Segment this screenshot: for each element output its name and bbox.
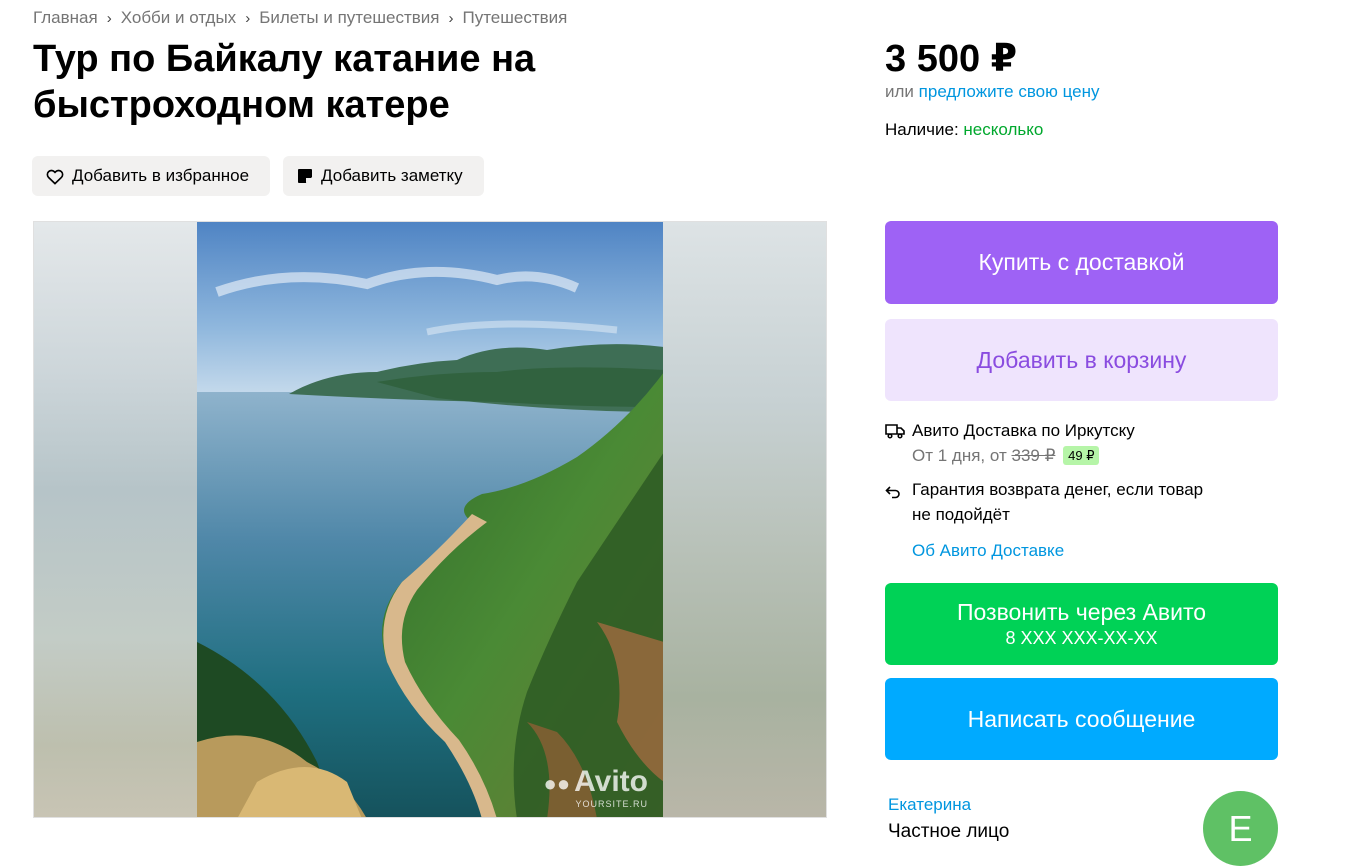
- gallery-blur-left: [34, 222, 197, 817]
- add-to-favorites-label: Добавить в избранное: [72, 166, 250, 185]
- availability-value: несколько: [963, 120, 1044, 139]
- offer-price-line: или предложите свою цену: [885, 82, 1100, 102]
- offer-price-link[interactable]: предложите свою цену: [919, 82, 1100, 101]
- add-to-favorites-button[interactable]: Добавить в избранное: [32, 156, 271, 196]
- return-arrow-icon: [885, 477, 912, 527]
- buy-with-delivery-button[interactable]: Купить с доставкой: [885, 221, 1278, 304]
- watermark-subtext: YOURSITE.RU: [575, 799, 648, 809]
- page-title: Тур по Байкалу катание на быстроходном к…: [33, 38, 536, 126]
- delivery-old-price: 339 ₽: [1011, 446, 1056, 465]
- note-icon: [298, 169, 313, 183]
- photo-gallery[interactable]: ●● Avito YOURSITE.RU: [33, 221, 827, 818]
- add-note-button[interactable]: Добавить заметку: [283, 156, 484, 196]
- seller-type: Частное лицо: [888, 821, 1010, 842]
- delivery-terms: От 1 дня, от 339 ₽ 49 ₽: [912, 443, 1135, 468]
- delivery-info: Авито Доставка по Иркутску От 1 дня, от …: [885, 418, 1135, 468]
- chevron-right-icon: ›: [106, 9, 112, 27]
- write-message-button[interactable]: Написать сообщение: [885, 678, 1278, 760]
- chevron-right-icon: ›: [448, 9, 454, 27]
- price: 3 500 ₽: [885, 38, 1018, 80]
- heart-icon: [46, 169, 64, 185]
- breadcrumb: Главная › Хобби и отдых › Билеты и путеш…: [33, 8, 567, 28]
- phone-number: 8 XXX XXX-XX-XX: [1005, 628, 1158, 648]
- money-back-guarantee: Гарантия возврата денег, если товар не п…: [885, 477, 1222, 527]
- buy-with-delivery-label: Купить с доставкой: [978, 249, 1185, 275]
- guarantee-text: Гарантия возврата денег, если товар не п…: [912, 480, 1204, 524]
- listing-actions: Добавить в избранное Добавить заметку: [32, 156, 484, 196]
- chevron-right-icon: ›: [245, 9, 251, 27]
- listing-photo[interactable]: ●● Avito YOURSITE.RU: [197, 222, 664, 817]
- add-note-label: Добавить заметку: [321, 166, 463, 185]
- gallery-blur-right: [663, 222, 826, 817]
- avito-watermark: ●● Avito YOURSITE.RU: [543, 765, 648, 810]
- availability-label: Наличие:: [885, 120, 959, 139]
- avatar[interactable]: Е: [1203, 791, 1278, 866]
- delivery-days: От 1 дня, от: [912, 446, 1007, 465]
- breadcrumb-link-home[interactable]: Главная: [33, 8, 98, 28]
- delivery-title: Авито Доставка по Иркутску: [912, 421, 1135, 440]
- add-to-cart-label: Добавить в корзину: [976, 346, 1187, 373]
- write-message-label: Написать сообщение: [967, 705, 1196, 732]
- breadcrumb-link-travel[interactable]: Путешествия: [462, 8, 567, 28]
- breadcrumb-link-hobby[interactable]: Хобби и отдых: [121, 8, 236, 28]
- about-delivery-link[interactable]: Об Авито Доставке: [912, 541, 1064, 561]
- truck-icon: [885, 418, 912, 446]
- delivery-price-badge: 49 ₽: [1063, 446, 1100, 465]
- breadcrumb-link-tickets[interactable]: Билеты и путешествия: [259, 8, 439, 28]
- watermark-text: Avito: [574, 765, 648, 798]
- offer-prefix: или: [885, 82, 914, 101]
- avito-logo-icon: ●●: [543, 771, 571, 796]
- add-to-cart-button[interactable]: Добавить в корзину: [885, 319, 1278, 401]
- call-label: Позвонить через Авито: [956, 599, 1207, 625]
- availability: Наличие: несколько: [885, 120, 1043, 140]
- seller-name-link[interactable]: Екатерина: [888, 795, 971, 815]
- call-via-avito-button[interactable]: Позвонить через Авито 8 XXX XXX-XX-XX: [885, 583, 1278, 665]
